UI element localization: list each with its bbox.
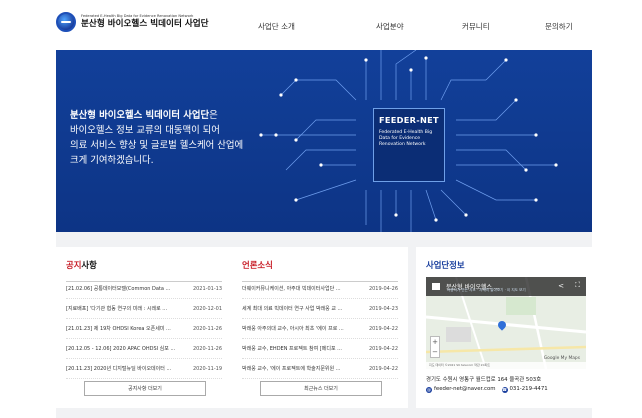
info-title: 사업단정보 [426,260,465,270]
list-item[interactable]: 세계 최대 의료 빅데이터 연구 사업 박래웅 교 ... 2019-04-23 [242,299,398,319]
map-brand: Google My Maps [543,356,580,361]
hero-banner: 분산형 바이오헬스 빅데이터 사업단은 바이오헬스 정보 교류의 대동맥이 되어… [56,50,592,232]
list-item[interactable]: 박래웅 교수, EHDEN 프로젝트 참여 [메디포 ... 2019-04-22 [242,339,398,359]
list-item[interactable]: [지료배포] '다기관 협동 연구의 미래 : 시레로 ... 2020-12-0… [66,299,222,319]
press-more-button[interactable]: 최근뉴스 더보기 [260,381,382,396]
site-logo[interactable]: Federated E-Health Big Data for Evidence… [56,12,209,32]
hero-line3: 의료 서비스 향상 및 글로벌 헬스케어 산업에 [70,140,244,151]
list-item[interactable]: [21.02.06] 공통데이터모델(Common Data ... 2021-0… [66,279,222,299]
email-icon: @ [426,387,432,393]
press-panel: 언론소식 더웨이커뮤니케이션, 아주대 빅데이터사업단 ... 2019-04-2… [232,247,408,408]
hero-message: 분산형 바이오헬스 빅데이터 사업단은 바이오헬스 정보 교류의 대동맥이 되어… [70,108,243,168]
list-item[interactable]: 더웨이커뮤니케이션, 아주대 빅데이터사업단 ... 2019-04-26 [242,279,398,299]
contact-info: @ feeder-net@naver.com ☎ 031-219-4471 [426,386,548,393]
list-item[interactable]: 박래웅 아주의대 교수, 아시아 최초 '에이 프로 ... 2019-04-22 [242,319,398,339]
list-item[interactable]: [20.11.23] 2020년 디지털뉴딜 바이오데이터 ... 2020-11… [66,359,222,379]
map-menu-icon[interactable] [432,283,440,290]
notice-list: [21.02.06] 공통데이터모델(Common Data ... 2021-0… [66,279,222,379]
nav-item-about[interactable]: 사업단 소개 [258,21,295,32]
logo-emblem-icon [56,12,76,32]
phone-icon: ☎ [501,387,508,393]
divider [66,281,222,282]
map-title-bar: 분산형 바이오헬스 ... < ⛶ 사용자가 만든 지도 · 자세히 알아보기 … [426,277,586,296]
hero-line1-rest: 은 [209,110,218,121]
notice-title[interactable]: 공지사항 [66,259,222,271]
hero-line1-strong: 분산형 바이오헬스 빅데이터 사업단 [70,110,210,121]
nav-item-community[interactable]: 커뮤니티 [462,21,490,32]
email-contact[interactable]: @ feeder-net@naver.com [426,386,496,393]
map-attribution: 지도 데이터 ©2021 SK telecom 약관 20피트 [426,362,586,369]
fullscreen-icon[interactable]: ⛶ [575,281,580,290]
nav-item-business[interactable]: 사업분야 [376,21,404,32]
info-panel: 사업단정보 분산형 바이오헬스 ... < ⛶ 사용자가 만든 지도 · 자세히… [416,247,592,408]
address-text: 경기도 수원시 영통구 월드컵로 164 율곡관 503호 [426,377,542,383]
embedded-map[interactable]: 분산형 바이오헬스 ... < ⛶ 사용자가 만든 지도 · 자세히 알아보기 … [426,277,586,369]
badge-title: FEEDER-NET [379,115,439,125]
badge-description: Federated E-Health Big Data for Evidence… [379,130,433,148]
divider [242,281,398,282]
map-subtitle: 사용자가 만든 지도 · 자세히 알아보기 · 이 지도 보기 [447,288,526,292]
list-item[interactable]: [21.01.23] 제 19차 OHDSI Korea 오픈세미 ... 202… [66,319,222,339]
content-section: 공지사항 [21.02.06] 공통데이터모델(Common Data ... 2… [56,232,592,418]
site-header: Federated E-Health Big Data for Evidence… [0,0,642,50]
phone-contact[interactable]: ☎ 031-219-4471 [501,386,548,393]
hero-line2: 바이오헬스 정보 교류의 대동맥이 되어 [70,125,220,136]
logo-title: 분산형 바이오헬스 빅데이터 사업단 [81,19,209,29]
list-item[interactable]: [20.12.05 - 12.06] 2020 APAC OHDSI 심포 ..… [66,339,222,359]
feeder-net-badge: FEEDER-NET Federated E-Health Big Data f… [373,108,445,182]
press-list: 더웨이커뮤니케이션, 아주대 빅데이터사업단 ... 2019-04-26 세계 … [242,279,398,379]
hero-line4: 크게 기여하겠습니다. [70,155,154,166]
notice-more-button[interactable]: 공지사항 더보기 [84,381,206,396]
notice-panel: 공지사항 [21.02.06] 공통데이터모델(Common Data ... 2… [56,247,232,408]
nav-item-contact[interactable]: 문의하기 [545,21,573,32]
press-title[interactable]: 언론소식 [242,259,398,271]
share-icon[interactable]: < [558,282,564,290]
list-item[interactable]: 박래웅 교수, '에이 프로젝트에 학술지문위원 ... 2019-04-22 [242,359,398,379]
zoom-control[interactable]: + − [430,336,440,358]
